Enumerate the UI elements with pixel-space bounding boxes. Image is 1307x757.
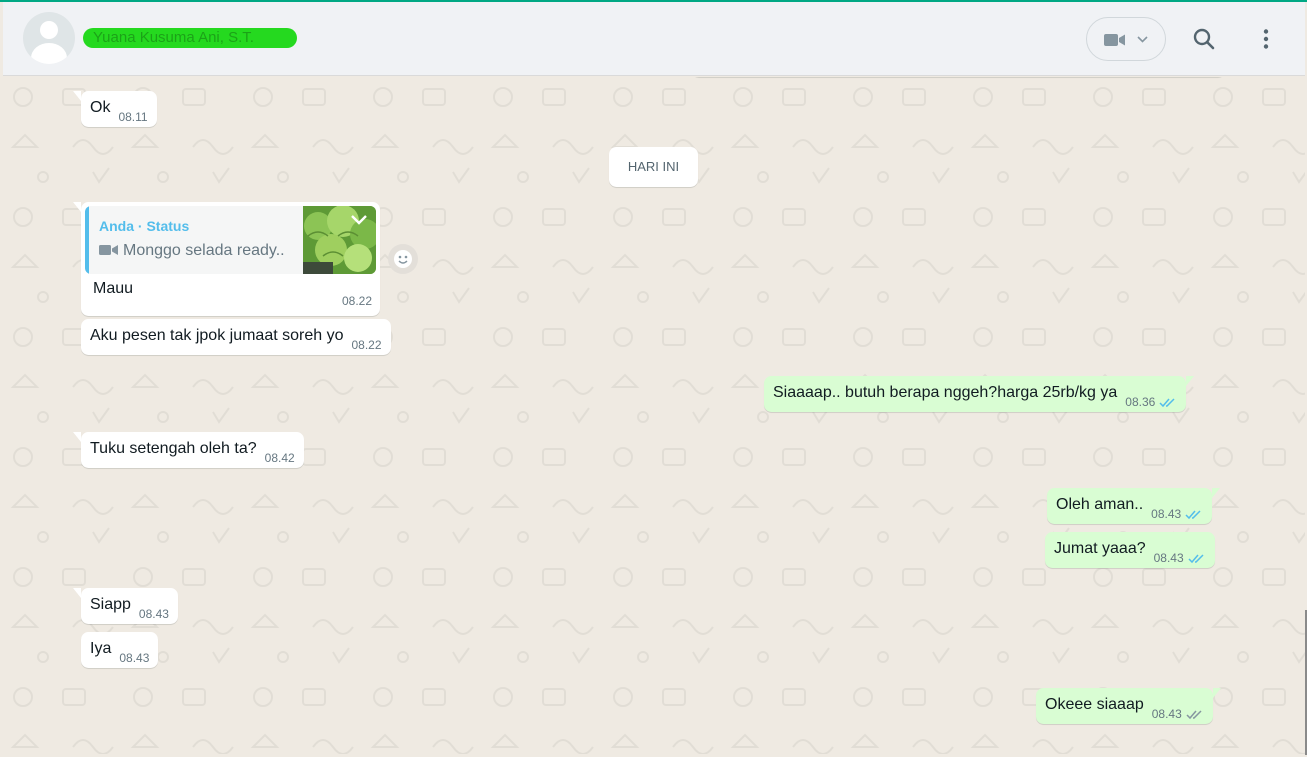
message-time: 08.43 xyxy=(1153,551,1184,565)
reaction-button[interactable] xyxy=(388,244,418,274)
message-text: Iya xyxy=(90,640,112,657)
bubble-tail xyxy=(73,432,81,442)
chevron-down-icon[interactable] xyxy=(350,214,368,226)
message-out[interactable]: Okeee siaaap 08.43 xyxy=(1036,688,1221,724)
bubble-tail xyxy=(1212,488,1221,498)
status-thumbnail-lettuce xyxy=(303,206,376,274)
read-double-tick-icon xyxy=(1159,398,1175,408)
message-out[interactable]: Oleh aman.. 08.43 xyxy=(1047,488,1221,524)
delivered-double-tick-icon xyxy=(1186,710,1202,720)
menu-icon xyxy=(1263,29,1269,49)
menu-button[interactable] xyxy=(1246,19,1286,59)
message-meta: 08.43 xyxy=(1154,551,1206,565)
message-out[interactable]: Siaaaap.. butuh berapa nggeh?harga 25rb/… xyxy=(764,376,1195,412)
message-text: Ok xyxy=(90,99,111,116)
quote-snippet: Monggo selada ready.. xyxy=(99,242,285,260)
message-text: Siaaaap.. butuh berapa nggeh?harga 25rb/… xyxy=(773,384,1118,401)
message-time: 08.22 xyxy=(341,294,372,308)
bubble-tail xyxy=(73,91,81,101)
message-in[interactable]: Iya 08.43 xyxy=(81,632,159,668)
message-meta: 08.43 xyxy=(1152,707,1204,721)
video-call-button[interactable] xyxy=(1086,17,1166,61)
message-text: Aku pesen tak jpok jumaat soreh yo xyxy=(90,327,344,344)
message-time: 08.43 xyxy=(1151,707,1182,721)
search-icon xyxy=(1193,28,1215,50)
message-in[interactable]: Ok 08.11 xyxy=(73,91,157,127)
message-text: Jumat yaaa? xyxy=(1054,540,1146,557)
message-time: 08.36 xyxy=(1125,395,1156,409)
message-time: 08.43 xyxy=(119,651,150,665)
contact-name[interactable]: Yuana Kusuma Ani, S.T. xyxy=(83,28,297,48)
bubble-tail xyxy=(1212,688,1221,698)
message-time: 08.43 xyxy=(138,607,169,621)
message-text: Oleh aman.. xyxy=(1056,496,1144,513)
quote-accent-bar xyxy=(85,206,89,274)
read-double-tick-icon xyxy=(1188,554,1204,564)
emoji-icon xyxy=(394,250,412,268)
message-meta: 08.36 xyxy=(1125,395,1177,409)
avatar-head-shape xyxy=(40,21,58,39)
search-button[interactable] xyxy=(1184,19,1224,59)
chat-header: Yuana Kusuma Ani, S.T. xyxy=(3,2,1305,76)
message-time: 08.42 xyxy=(264,451,295,465)
message-out[interactable]: Jumat yaaa? 08.43 xyxy=(1045,532,1215,568)
message-time: 08.11 xyxy=(118,110,148,124)
video-camera-icon xyxy=(1104,34,1148,46)
message-in[interactable]: Aku pesen tak jpok jumaat soreh yo 08.22 xyxy=(81,319,391,355)
message-text: Mauu xyxy=(93,280,134,297)
bubble-tail xyxy=(73,202,81,212)
message-time: 08.22 xyxy=(351,338,382,352)
message-text: Tuku setengah oleh ta? xyxy=(90,440,257,457)
message-list[interactable]: Ok 08.11 HARI INI Anda · Status Monggo se… xyxy=(3,77,1305,754)
message-text: Siapp xyxy=(90,596,131,613)
message-text: Okeee siaaap xyxy=(1045,696,1144,713)
message-in-with-quote[interactable]: Anda · Status Monggo selada ready.. Mauu… xyxy=(73,202,380,316)
message-in[interactable]: Tuku setengah oleh ta? 08.42 xyxy=(73,432,304,468)
message-in[interactable]: Siapp 08.43 xyxy=(73,588,178,624)
quoted-status[interactable]: Anda · Status Monggo selada ready.. xyxy=(85,206,376,274)
message-meta: 08.43 xyxy=(1151,507,1203,521)
avatar-body-shape xyxy=(31,43,67,64)
day-separator: HARI INI xyxy=(609,147,698,187)
bubble-tail xyxy=(73,588,81,598)
read-double-tick-icon xyxy=(1185,510,1201,520)
quote-text: Monggo selada ready.. xyxy=(123,242,285,259)
quote-author: Anda · Status xyxy=(99,218,190,234)
bubble-tail xyxy=(1186,376,1195,386)
message-time: 08.43 xyxy=(1151,507,1182,521)
contact-avatar[interactable] xyxy=(23,12,75,64)
video-camera-icon xyxy=(99,245,118,255)
